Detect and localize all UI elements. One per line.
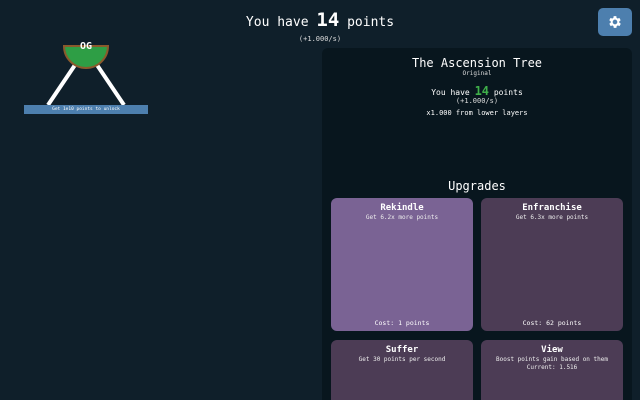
- points-line: You have 14 points: [0, 8, 640, 35]
- points-suffix: points: [347, 15, 395, 30]
- panel-title: The Ascension Tree: [411, 56, 543, 70]
- upgrade-rekindle[interactable]: Rekindle Get 6.2x more points Cost: 1 po…: [331, 198, 473, 331]
- upgrade-title: Rekindle: [380, 203, 424, 213]
- points-value: 14: [316, 9, 340, 31]
- upgrade-description: Get 30 points per second: [358, 356, 446, 363]
- tree-branch-left: [46, 60, 79, 107]
- layer-panel: The Ascension Tree Original You have 14 …: [322, 48, 632, 400]
- upgrade-title: View: [541, 345, 563, 355]
- upgrade-description: Boost points gain based on them: [496, 356, 608, 363]
- panel-subtitle: Original: [462, 70, 492, 77]
- panel-points-prefix: You have: [431, 88, 470, 97]
- panel-points-suffix: points: [493, 88, 523, 97]
- gear-icon: [609, 16, 621, 28]
- upgrade-cost: Cost: 62 points: [522, 319, 582, 327]
- panel-points-rate: (+1.000/s): [455, 97, 499, 105]
- points-prefix: You have: [245, 15, 309, 30]
- upgrade-cost: Cost: 1 points: [374, 319, 430, 327]
- upgrade-description: Get 6.3x more points: [515, 214, 589, 221]
- upgrade-view[interactable]: View Boost points gain based on them Cur…: [481, 340, 623, 400]
- panel-multiplier: x1.000 from lower layers: [426, 109, 528, 117]
- upgrade-title: Suffer: [385, 345, 419, 355]
- unlock-requirement-bar: Get 1e10 points to unlock: [24, 105, 148, 114]
- points-header: You have 14 points (+1.000/s): [0, 8, 640, 43]
- upgrade-enfranchise[interactable]: Enfranchise Get 6.3x more points Cost: 6…: [481, 198, 623, 331]
- upgrade-current-effect: Current: 1.516: [526, 364, 578, 371]
- tree-branch-right: [93, 60, 126, 107]
- upgrade-description: Get 6.2x more points: [365, 214, 439, 221]
- panel-points-value: 14: [474, 84, 490, 98]
- upgrade-suffer[interactable]: Suffer Get 30 points per second: [331, 340, 473, 400]
- upgrade-title: Enfranchise: [522, 203, 582, 213]
- tree-node-label: OG: [79, 41, 93, 52]
- tree-canvas: [46, 45, 126, 107]
- upgrades-heading: Upgrades: [448, 179, 506, 193]
- settings-button[interactable]: [598, 8, 632, 36]
